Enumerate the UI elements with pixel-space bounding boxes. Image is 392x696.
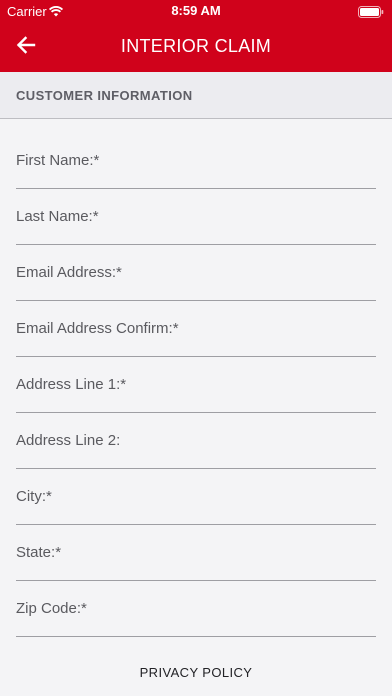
- customer-form: First Name:* Last Name:* Email Address:*…: [0, 119, 392, 637]
- first-name-label: First Name:*: [16, 152, 100, 169]
- email-confirm-label: Email Address Confirm:*: [16, 320, 179, 337]
- zip-code-label: Zip Code:*: [16, 600, 87, 617]
- email-field[interactable]: Email Address:*: [0, 231, 392, 301]
- state-field[interactable]: State:*: [0, 511, 392, 581]
- page-title: INTERIOR CLAIM: [120, 36, 272, 56]
- last-name-label: Last Name:*: [16, 208, 99, 225]
- zip-code-field[interactable]: Zip Code:*: [0, 567, 392, 637]
- field-underline: [16, 636, 376, 637]
- status-bar: Carrier 8:59 AM: [0, 0, 392, 22]
- address-line-1-label: Address Line 1:*: [16, 376, 127, 393]
- address-line-2-label: Address Line 2:: [16, 432, 121, 449]
- city-label: City:*: [16, 488, 52, 505]
- address-line-1-field[interactable]: Address Line 1:*: [0, 343, 392, 413]
- section-title: CUSTOMER INFORMATION: [16, 88, 193, 103]
- city-field[interactable]: City:*: [0, 455, 392, 525]
- email-label: Email Address:*: [16, 264, 122, 281]
- last-name-field[interactable]: Last Name:*: [0, 175, 392, 245]
- battery-icon: [358, 5, 384, 18]
- section-header: CUSTOMER INFORMATION: [0, 72, 392, 119]
- app-header: INTERIOR CLAIM: [0, 22, 392, 72]
- status-time: 8:59 AM: [171, 3, 221, 18]
- first-name-field[interactable]: First Name:*: [0, 119, 392, 189]
- email-confirm-field[interactable]: Email Address Confirm:*: [0, 287, 392, 357]
- address-line-2-field[interactable]: Address Line 2:: [0, 399, 392, 469]
- state-label: State:*: [16, 544, 62, 561]
- privacy-policy-link[interactable]: PRIVACY POLICY: [0, 665, 392, 680]
